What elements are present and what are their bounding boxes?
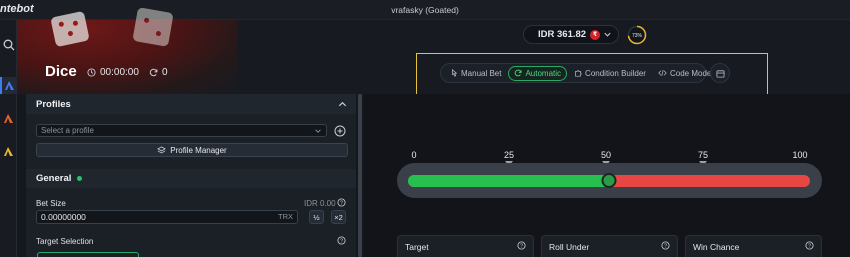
round-counter: 0 <box>149 67 168 78</box>
general-heading: General <box>36 173 72 184</box>
tab-code-mode[interactable]: Code Mode <box>653 67 716 80</box>
game-header: Dice 00:00:00 0 IDR 361.82 ₹ 73% Manual … <box>17 7 850 95</box>
app-logo-icon-yellow <box>4 147 13 156</box>
target-selection-field[interactable] <box>37 252 139 257</box>
slider-tick-label: 0 <box>411 150 417 160</box>
slider-tick-label: 100 <box>792 150 808 160</box>
refresh-icon <box>149 68 158 77</box>
profiles-heading: Profiles <box>36 98 71 110</box>
mode-switcher: Manual Bet Automatic Condition Builder C… <box>440 63 711 83</box>
settings-panel: Profiles Select a profile Profile Manage… <box>26 94 356 257</box>
sidebar-item-app-blue[interactable] <box>0 77 17 94</box>
card-title: Win Chance <box>693 242 740 252</box>
sidebar-item-app-yellow[interactable] <box>0 143 17 160</box>
target-selection-label: Target Selection <box>36 237 94 246</box>
user-label[interactable]: vrafasky (Goated) <box>0 5 850 15</box>
level-progress-ring[interactable]: 73% <box>627 25 647 45</box>
tab-manual-bet[interactable]: Manual Bet <box>445 67 506 80</box>
roll-under-card: Roll Under ? <box>541 235 678 257</box>
tab-label: Automatic <box>525 68 562 78</box>
sidebar <box>0 20 17 257</box>
card-title: Roll Under <box>549 242 590 252</box>
puzzle-icon <box>575 70 582 77</box>
half-bet-button[interactable]: ½ <box>309 210 324 224</box>
layers-icon <box>157 145 167 153</box>
code-icon <box>658 69 667 77</box>
svg-text:?: ? <box>808 244 811 250</box>
profile-manager-button[interactable]: Profile Manager <box>36 143 348 157</box>
chevron-down-icon <box>315 129 321 133</box>
tab-label: Condition Builder <box>585 68 646 78</box>
profile-manager-label: Profile Manager <box>170 145 227 155</box>
pointer-icon <box>452 69 458 77</box>
profiles-header[interactable]: Profiles <box>26 94 356 114</box>
refresh-icon <box>515 69 522 77</box>
calendar-button[interactable] <box>710 63 730 83</box>
tab-label: Code Mode <box>669 68 712 78</box>
round-count-value: 0 <box>162 67 168 78</box>
profile-select[interactable]: Select a profile <box>36 124 327 137</box>
die-image <box>50 10 90 48</box>
bet-size-idr: IDR 0.00 <box>304 199 336 208</box>
help-icon[interactable]: ? <box>337 236 346 245</box>
panel-scrollbar[interactable] <box>358 94 362 257</box>
progress-percent: 73% <box>632 33 643 39</box>
timer-value: 00:00:00 <box>100 67 139 78</box>
session-timer: 00:00:00 <box>87 67 139 78</box>
help-icon[interactable]: ? <box>337 198 346 207</box>
status-dot <box>77 176 83 181</box>
plus-circle-icon <box>334 125 345 136</box>
card-title: Target <box>405 242 429 252</box>
roll-slider-handle[interactable] <box>601 173 617 188</box>
win-range-fill <box>408 175 609 187</box>
sidebar-item-app-orange[interactable] <box>0 110 17 127</box>
app-logo-icon-orange <box>4 114 13 123</box>
help-icon[interactable]: ? <box>661 241 670 250</box>
sidebar-search-button[interactable] <box>0 36 17 53</box>
tab-automatic[interactable]: Automatic <box>508 65 568 81</box>
tab-condition-builder[interactable]: Condition Builder <box>569 67 651 80</box>
double-bet-button[interactable]: ×2 <box>331 210 346 224</box>
bet-size-input[interactable]: 0.00000000 TRX <box>36 210 298 224</box>
chevron-up-icon[interactable] <box>338 100 347 108</box>
currency-coin-icon: ₹ <box>590 29 601 40</box>
bet-size-label: Bet Size <box>36 199 66 208</box>
target-card: Target ? <box>397 235 534 257</box>
balance-dropdown[interactable]: IDR 361.82 ₹ <box>523 25 619 44</box>
app-logo-icon-blue <box>5 81 14 90</box>
tab-label: Manual Bet <box>461 68 502 78</box>
slider-tick-label: 50 <box>600 150 612 160</box>
calendar-icon <box>715 69 725 78</box>
game-title: Dice <box>45 63 77 80</box>
bet-size-value: 0.00000000 <box>41 212 86 222</box>
svg-text:?: ? <box>340 201 343 207</box>
win-chance-card: Win Chance ? <box>685 235 822 257</box>
top-bar: ntebot vrafasky (Goated) <box>0 0 850 20</box>
dice-banner-image <box>17 7 237 94</box>
svg-text:?: ? <box>340 239 343 245</box>
app-root: ntebot vrafasky (Goated) Dice 00:00:00 0… <box>0 0 850 257</box>
die-image <box>132 7 174 47</box>
scrollbar-thumb[interactable] <box>358 94 362 257</box>
bet-unit: TRX <box>278 212 293 221</box>
chevron-down-icon <box>604 32 611 37</box>
svg-text:?: ? <box>664 244 667 250</box>
general-header[interactable]: General <box>26 169 356 188</box>
help-icon[interactable]: ? <box>517 241 526 250</box>
balance-amount: IDR 361.82 <box>538 29 587 40</box>
profile-select-placeholder: Select a profile <box>41 126 94 135</box>
slider-tick-label: 25 <box>503 150 515 160</box>
clock-icon <box>87 68 96 77</box>
help-icon[interactable]: ? <box>805 241 814 250</box>
search-icon <box>3 39 14 50</box>
slider-tick-label: 75 <box>697 150 709 160</box>
svg-text:?: ? <box>520 244 523 250</box>
add-profile-button[interactable] <box>333 124 346 137</box>
